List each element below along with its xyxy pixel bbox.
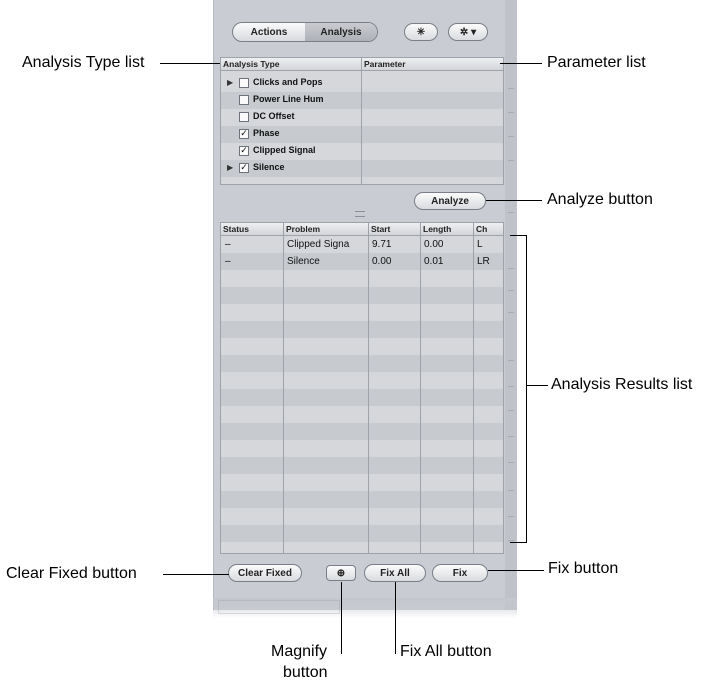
column-divider bbox=[473, 236, 474, 553]
analysis-type-label: Clicks and Pops bbox=[253, 77, 323, 87]
status-strip bbox=[218, 600, 340, 614]
checkbox-clipped-signal[interactable]: ✓ bbox=[239, 146, 249, 156]
column-header-start[interactable]: Start bbox=[368, 223, 420, 236]
results-stripe bbox=[221, 287, 503, 304]
callout-line bbox=[341, 582, 342, 654]
callout-line bbox=[160, 63, 220, 64]
start-cell: 9.71 bbox=[372, 239, 392, 250]
column-header-analysis-type[interactable]: Analysis Type bbox=[221, 58, 361, 71]
column-header-length[interactable]: Length bbox=[420, 223, 473, 236]
results-stripe bbox=[221, 491, 503, 508]
results-stripe bbox=[221, 423, 503, 440]
callout-bracket bbox=[526, 235, 527, 543]
analysis-type-row-power-line-hum[interactable]: Power Line Hum bbox=[221, 92, 503, 109]
panel-scroll-edge[interactable] bbox=[505, 0, 517, 610]
results-stripe bbox=[221, 321, 503, 338]
table-row[interactable]: – Clipped Signa 9.71 0.00 L bbox=[221, 236, 503, 253]
results-stripe bbox=[221, 355, 503, 372]
callout-line bbox=[163, 574, 229, 575]
checkbox-phase[interactable]: ✓ bbox=[239, 129, 249, 139]
results-stripe bbox=[221, 389, 503, 406]
results-stripe bbox=[221, 440, 503, 457]
results-stripe bbox=[221, 372, 503, 389]
analyze-button[interactable]: Analyze bbox=[414, 192, 486, 210]
results-stripe bbox=[221, 338, 503, 355]
length-cell: 0.01 bbox=[424, 256, 444, 267]
analysis-type-row-clicks-and-pops[interactable]: ▶ Clicks and Pops bbox=[221, 75, 503, 92]
callout-line bbox=[395, 582, 396, 654]
column-header-parameter[interactable]: Parameter bbox=[361, 58, 503, 71]
splitter-handle[interactable] bbox=[355, 211, 365, 217]
length-cell: 0.00 bbox=[424, 239, 444, 250]
gear-icon: ✲ ▾ bbox=[459, 26, 477, 38]
results-stripe bbox=[221, 525, 503, 542]
tab-analysis[interactable]: Analysis bbox=[305, 23, 377, 41]
results-stripe bbox=[221, 304, 503, 321]
results-stripe bbox=[221, 542, 503, 553]
analysis-type-label: Silence bbox=[253, 162, 285, 172]
checkbox-clicks-and-pops[interactable] bbox=[239, 78, 249, 88]
callout-parameter-list: Parameter list bbox=[547, 54, 646, 71]
start-cell: 0.00 bbox=[372, 256, 392, 267]
star-icon: ✳ bbox=[416, 26, 426, 38]
callout-line bbox=[500, 63, 542, 64]
checkbox-power-line-hum[interactable] bbox=[239, 95, 249, 105]
tab-actions[interactable]: Actions bbox=[233, 23, 305, 41]
column-divider bbox=[361, 71, 362, 184]
analysis-type-row-dc-offset[interactable]: DC Offset bbox=[221, 109, 503, 126]
channel-cell: L bbox=[477, 239, 483, 250]
problem-cell: Silence bbox=[287, 256, 320, 267]
channel-cell: LR bbox=[477, 256, 490, 267]
checkbox-dc-offset[interactable] bbox=[239, 112, 249, 122]
results-stripe bbox=[221, 474, 503, 491]
disclosure-triangle-icon[interactable]: ▶ bbox=[227, 78, 233, 87]
results-stripe bbox=[221, 508, 503, 525]
callout-fix-button: Fix button bbox=[548, 560, 619, 577]
results-stripe bbox=[221, 457, 503, 474]
analysis-results-table: Status Problem Start Length Ch – Clipped… bbox=[220, 222, 504, 554]
analysis-type-label: Power Line Hum bbox=[253, 94, 324, 104]
callout-analysis-results-list: Analysis Results list bbox=[551, 376, 693, 393]
magnify-button[interactable]: ⊕ bbox=[326, 565, 356, 581]
analysis-type-label: Clipped Signal bbox=[253, 145, 316, 155]
column-divider bbox=[368, 236, 369, 553]
gear-menu-button[interactable]: ✲ ▾ bbox=[448, 23, 488, 41]
clear-fixed-button[interactable]: Clear Fixed bbox=[228, 564, 302, 582]
callout-line bbox=[510, 235, 527, 236]
fix-all-button[interactable]: Fix All bbox=[364, 564, 426, 582]
analysis-type-row-silence[interactable]: ▶ ✓ Silence bbox=[221, 160, 503, 177]
analysis-type-table: Analysis Type Parameter ▶ Clicks and Pop… bbox=[220, 57, 504, 185]
fix-button[interactable]: Fix bbox=[432, 564, 488, 582]
column-divider bbox=[283, 236, 284, 553]
callout-magnify-button-line2: button bbox=[283, 664, 328, 681]
column-divider bbox=[420, 236, 421, 553]
callout-line bbox=[488, 570, 544, 571]
status-cell: – bbox=[225, 256, 231, 267]
results-stripe bbox=[221, 406, 503, 423]
analysis-type-row-phase[interactable]: ✓ Phase bbox=[221, 126, 503, 143]
column-header-channel[interactable]: Ch bbox=[473, 223, 503, 236]
callout-analysis-type-list: Analysis Type list bbox=[22, 54, 145, 71]
callout-fix-all-button: Fix All button bbox=[400, 643, 492, 660]
column-header-problem[interactable]: Problem bbox=[283, 223, 368, 236]
star-button[interactable]: ✳ bbox=[404, 23, 438, 41]
checkbox-silence[interactable]: ✓ bbox=[239, 163, 249, 173]
analysis-type-label: DC Offset bbox=[253, 111, 295, 121]
disclosure-triangle-icon[interactable]: ▶ bbox=[227, 163, 233, 172]
callout-clear-fixed-button: Clear Fixed button bbox=[6, 565, 137, 582]
problem-cell: Clipped Signa bbox=[287, 239, 350, 250]
callout-analyze-button: Analyze button bbox=[547, 191, 653, 208]
column-header-status[interactable]: Status bbox=[221, 223, 283, 236]
tab-segmented-control[interactable]: Actions Analysis bbox=[232, 22, 378, 42]
analysis-type-label: Phase bbox=[253, 128, 280, 138]
analysis-type-row-clipped-signal[interactable]: ✓ Clipped Signal bbox=[221, 143, 503, 160]
table-row[interactable]: – Silence 0.00 0.01 LR bbox=[221, 253, 503, 270]
callout-line bbox=[526, 385, 548, 386]
callout-magnify-button-line1: Magnify bbox=[271, 643, 328, 660]
callout-line bbox=[486, 200, 542, 201]
status-cell: – bbox=[225, 239, 231, 250]
results-stripe bbox=[221, 270, 503, 287]
callout-line bbox=[510, 542, 527, 543]
magnify-icon: ⊕ bbox=[336, 567, 346, 579]
